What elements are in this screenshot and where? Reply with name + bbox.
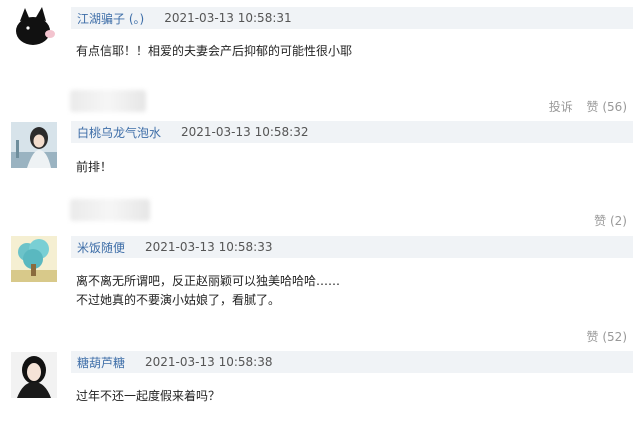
girl-avatar-icon[interactable] [11,122,57,168]
username-link[interactable]: 江湖骗子 (。) [77,10,144,27]
comment-text: 离不离无所谓吧，反正赵丽颖可以独美哈哈哈…… 不过她真的不要演小姑娘了，看腻了。 [76,272,340,310]
comment-text: 过年不还一起度假来着吗？ [76,387,220,406]
comment-item: 白桃乌龙气泡水 2021-03-13 10:58:32 前排！ 赞 (2) [0,118,641,234]
comment-actions: 赞 (2) [584,212,627,229]
like-link[interactable]: 赞 (56) [587,100,627,114]
blurred-reply-preview [70,199,150,221]
username-link[interactable]: 白桃乌龙气泡水 [77,124,161,141]
like-link[interactable]: 赞 (2) [594,214,627,228]
comment-item: 江湖骗子 (。) 2021-03-13 10:58:31 有点信耶！！相爱的夫妻… [0,0,641,120]
comment-actions: 赞 (52) [577,328,627,345]
comment-actions: 投诉 赞 (56) [539,98,627,115]
comment-text-line: 前排！ [76,160,113,174]
like-link[interactable]: 赞 (52) [587,330,627,344]
comment-meta: 江湖骗子 (。) 2021-03-13 10:58:31 [71,7,633,29]
comment-meta: 米饭随便 2021-03-13 10:58:33 [71,236,633,258]
comment-meta: 白桃乌龙气泡水 2021-03-13 10:58:32 [71,121,633,143]
username-link[interactable]: 糖葫芦糖 [77,354,125,371]
comment-meta: 糖葫芦糖 2021-03-13 10:58:38 [71,351,633,373]
comment-text-line: 过年不还一起度假来着吗？ [76,389,221,403]
comment-text-line: 有点信耶！！相爱的夫妻会产后抑郁的可能性很小耶 [76,44,353,58]
blurred-reply-preview [70,90,146,112]
comment-text-line: 不过她真的不要演小姑娘了，看腻了。 [76,293,281,307]
timestamp: 2021-03-13 10:58:32 [181,125,309,139]
woman-avatar-icon[interactable] [11,352,57,398]
cat-avatar-icon[interactable] [11,4,57,50]
timestamp: 2021-03-13 10:58:33 [145,240,273,254]
timestamp: 2021-03-13 10:58:38 [145,355,273,369]
comment-text-line: 离不离无所谓吧，反正赵丽颖可以独美哈哈哈…… [76,274,341,288]
comment-text: 前排！ [76,158,112,177]
username-link[interactable]: 米饭随便 [77,239,125,256]
comment-item: 米饭随便 2021-03-13 10:58:33 离不离无所谓吧，反正赵丽颖可以… [0,234,641,350]
comment-text: 有点信耶！！相爱的夫妻会产后抑郁的可能性很小耶 [76,42,352,61]
timestamp: 2021-03-13 10:58:31 [164,11,292,25]
comment-item: 糖葫芦糖 2021-03-13 10:58:38 过年不还一起度假来着吗？ [0,350,641,424]
tree-avatar-icon[interactable] [11,236,57,282]
report-link[interactable]: 投诉 [549,100,573,114]
